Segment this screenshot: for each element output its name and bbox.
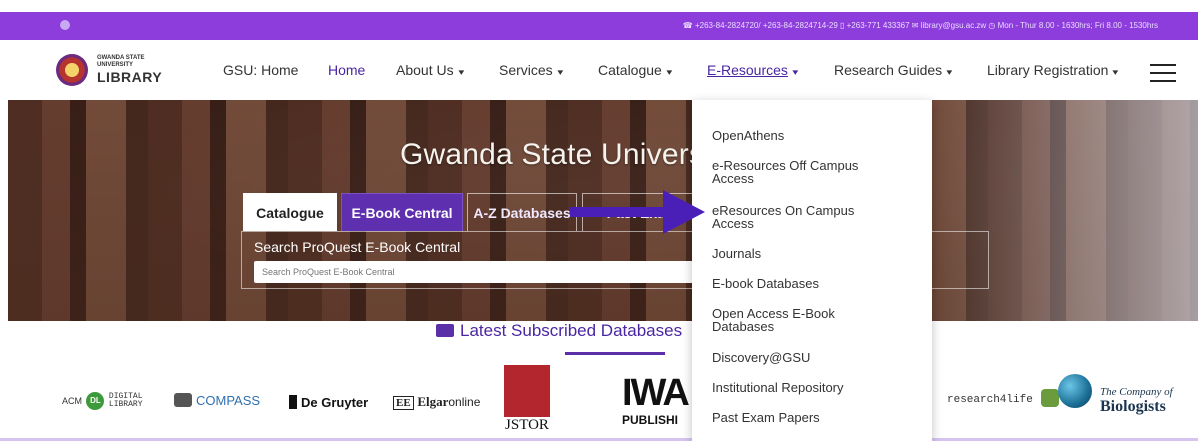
dropdown-item-open-access-e-book-databases[interactable]: Open Access E-Book Databases: [712, 307, 862, 333]
heading-underline: [565, 352, 665, 355]
chevron-down-icon: ▾: [1112, 67, 1119, 77]
chevron-down-icon: ▾: [666, 67, 673, 77]
facebook-icon[interactable]: [60, 20, 70, 30]
library-logo[interactable]: GWANDA STATE UNIVERSITY LIBRARY: [56, 54, 186, 88]
tab-a-z-databases[interactable]: A-Z Databases: [467, 193, 577, 231]
nav-library-registration[interactable]: Library Registration ▾: [987, 62, 1119, 78]
nav-research-guides[interactable]: Research Guides ▾: [834, 62, 952, 78]
dropdown-item-discovery-gsu[interactable]: Discovery@GSU: [712, 351, 912, 364]
tab-catalogue[interactable]: Catalogue: [243, 193, 337, 231]
de-gruyter-logo[interactable]: De Gruyter: [289, 395, 368, 410]
search-input[interactable]: [254, 261, 694, 283]
folder-open-icon: [436, 324, 454, 337]
chevron-down-icon: ▾: [946, 67, 953, 77]
main-navbar: GWANDA STATE UNIVERSITY LIBRARY GSU: Hom…: [0, 40, 1198, 100]
dropdown-item-on-campus-access[interactable]: eResources On Campus Access: [712, 204, 887, 230]
hero-title: Gwanda State Univers: [400, 138, 705, 171]
acm-digital-library-logo[interactable]: ACM DL DIGITAL LIBRARY: [62, 392, 143, 410]
chevron-down-icon: ▾: [792, 67, 799, 77]
chevron-down-icon: ▾: [557, 67, 563, 77]
e-resources-dropdown: OpenAthens e-Resources Off Campus Access…: [692, 100, 932, 441]
elgar-online-logo[interactable]: EE Elgaronline: [393, 394, 480, 410]
contact-info: ☎ +263-84-2824720/ +263-84-2824714-29 ▯ …: [682, 21, 1158, 30]
nav-e-resources[interactable]: E-Resources ▾: [707, 62, 799, 78]
research4life-logo[interactable]: research4life: [947, 389, 1060, 407]
dropdown-item-e-book-databases[interactable]: E-book Databases: [712, 277, 912, 290]
nav-catalogue[interactable]: Catalogue ▾: [598, 62, 673, 78]
database-logos: ACM DL DIGITAL LIBRARY COMPASS De Gruyter…: [0, 365, 1198, 441]
iwa-publishing-logo[interactable]: IWA PUBLISHI: [622, 373, 692, 441]
annotation-arrow-icon: [570, 190, 705, 234]
dropdown-item-past-exam-papers[interactable]: Past Exam Papers: [712, 411, 912, 424]
jstor-mark-icon: [504, 365, 550, 417]
dropdown-item-institutional-repository[interactable]: Institutional Repository: [712, 381, 912, 394]
section-heading: Latest Subscribed Databases: [436, 321, 682, 341]
company-of-biologists-mark-icon: [1058, 374, 1092, 408]
university-seal-icon: [56, 54, 88, 86]
dropdown-item-openathens[interactable]: OpenAthens: [712, 129, 912, 142]
tab-e-book-central[interactable]: E-Book Central: [341, 193, 463, 231]
top-contact-bar: ☎ +263-84-2824720/ +263-84-2824714-29 ▯ …: [0, 12, 1198, 40]
compass-mark-icon: [174, 393, 192, 407]
logo-library-text: LIBRARY: [97, 69, 163, 85]
dropdown-item-journals[interactable]: Journals: [712, 247, 912, 260]
search-label: Search ProQuest E-Book Central: [254, 239, 461, 255]
chevron-down-icon: ▾: [457, 67, 464, 77]
logo-university-name: GWANDA STATE UNIVERSITY: [97, 55, 145, 68]
nav-home[interactable]: Home: [328, 62, 365, 78]
dropdown-item-off-campus-access[interactable]: e-Resources Off Campus Access: [712, 159, 887, 185]
jstor-logo[interactable]: JSTOR: [502, 365, 552, 441]
compass-logo[interactable]: COMPASS: [174, 393, 260, 408]
research4life-mark-icon: [1041, 389, 1060, 407]
nav-services[interactable]: Services ▾: [499, 62, 563, 78]
hamburger-menu-icon[interactable]: [1150, 64, 1176, 88]
de-gruyter-mark-icon: [289, 395, 297, 409]
nav-gsu-home[interactable]: GSU: Home: [223, 62, 298, 78]
nav-about-us[interactable]: About Us ▾: [396, 62, 464, 78]
